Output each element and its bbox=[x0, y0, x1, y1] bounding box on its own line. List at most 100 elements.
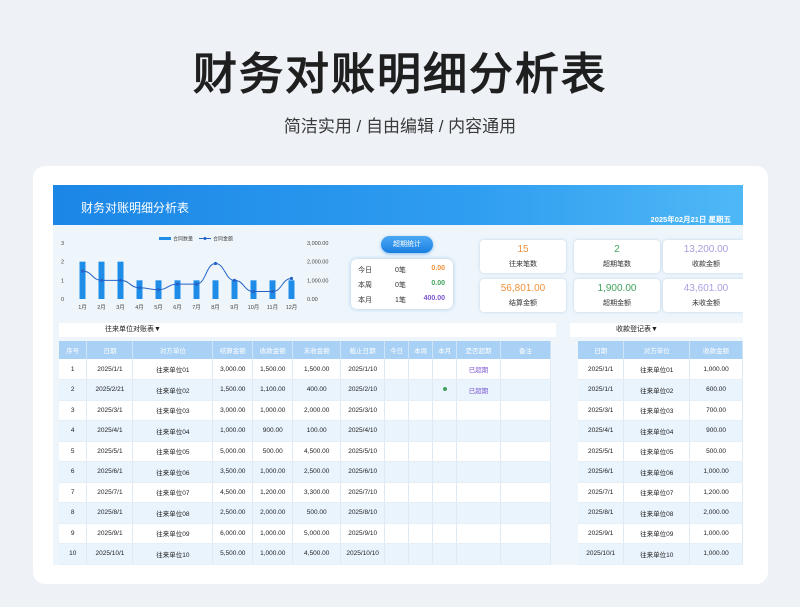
table-cell[interactable] bbox=[408, 523, 434, 544]
table-cell[interactable]: 500.00 bbox=[689, 441, 743, 462]
table-cell[interactable]: 2025/6/1 bbox=[86, 461, 134, 483]
table-cell[interactable] bbox=[384, 359, 410, 380]
table-row[interactable]: 2 2025/2/21 往来单位02 1,500.00 1,100.00 400.00 20… bbox=[59, 379, 551, 401]
table-cell[interactable] bbox=[384, 441, 410, 462]
table-cell[interactable]: 900.00 bbox=[252, 420, 294, 442]
table-cell[interactable]: 1,000.00 bbox=[252, 400, 294, 421]
table-cell[interactable] bbox=[456, 502, 501, 524]
table-cell[interactable]: 8 bbox=[59, 502, 88, 524]
table-cell[interactable]: 1,500.00 bbox=[292, 359, 342, 380]
table-cell[interactable] bbox=[408, 502, 434, 524]
table-cell[interactable] bbox=[408, 359, 434, 380]
table-cell[interactable] bbox=[432, 379, 458, 401]
table-row[interactable]: 7 2025/7/1 往来单位07 4,500.00 1,200.00 3,300.00 2… bbox=[59, 482, 551, 503]
table-cell[interactable]: 9 bbox=[59, 523, 88, 544]
table-cell[interactable]: 2025/3/10 bbox=[340, 400, 386, 421]
table-cell[interactable]: 2025/10/10 bbox=[340, 543, 386, 565]
table-cell[interactable]: 1,100.00 bbox=[252, 379, 294, 401]
receipts-section-label[interactable]: 收款登记表▼ bbox=[570, 323, 743, 337]
table-cell[interactable]: 往来单位06 bbox=[132, 461, 214, 483]
table-row[interactable]: 2025/1/1 往来单位02 600.00 bbox=[578, 379, 743, 401]
table-cell[interactable]: 2025/4/1 bbox=[578, 420, 625, 442]
table-cell[interactable]: 往来单位05 bbox=[132, 441, 214, 462]
table-cell[interactable] bbox=[408, 400, 434, 421]
table-cell[interactable]: 往来单位04 bbox=[623, 420, 691, 442]
table-cell[interactable] bbox=[500, 543, 551, 565]
table-cell[interactable]: 900.00 bbox=[689, 420, 743, 442]
table-cell[interactable]: 700.00 bbox=[689, 400, 743, 421]
table-cell[interactable] bbox=[500, 379, 551, 401]
table-cell[interactable]: 1,000.00 bbox=[252, 543, 294, 565]
table-cell[interactable] bbox=[384, 482, 410, 503]
table-cell[interactable]: 2025/5/10 bbox=[340, 441, 386, 462]
table-cell[interactable] bbox=[408, 441, 434, 462]
table-cell[interactable] bbox=[456, 523, 501, 544]
table-cell[interactable]: 2025/2/21 bbox=[86, 379, 134, 401]
table-cell[interactable]: 2,500.00 bbox=[212, 502, 254, 524]
table-cell[interactable] bbox=[432, 359, 458, 380]
table-cell[interactable]: 2,000.00 bbox=[292, 400, 342, 421]
table-cell[interactable] bbox=[384, 420, 410, 442]
table-cell[interactable]: 往来单位09 bbox=[623, 523, 691, 544]
table-row[interactable]: 9 2025/9/1 往来单位09 6,000.00 1,000.00 5,000.00 2… bbox=[59, 523, 551, 544]
table-cell[interactable]: 1,000.00 bbox=[689, 359, 743, 380]
table-row[interactable]: 2025/5/1 往来单位05 500.00 bbox=[578, 441, 743, 462]
table-cell[interactable]: 2025/10/1 bbox=[86, 543, 134, 565]
table-cell[interactable]: 500.00 bbox=[292, 502, 342, 524]
table-cell[interactable]: 往来单位06 bbox=[623, 461, 691, 483]
table-cell[interactable]: 往来单位04 bbox=[132, 420, 214, 442]
table-cell[interactable]: 往来单位10 bbox=[623, 543, 691, 565]
table-cell[interactable] bbox=[408, 461, 434, 483]
table-cell[interactable] bbox=[408, 420, 434, 442]
table-cell[interactable]: 2,000.00 bbox=[689, 502, 743, 524]
table-cell[interactable]: 2025/6/10 bbox=[340, 461, 386, 483]
table-cell[interactable] bbox=[384, 379, 410, 401]
table-row[interactable]: 2025/4/1 往来单位04 900.00 bbox=[578, 420, 743, 442]
table-row[interactable]: 3 2025/3/1 往来单位03 3,000.00 1,000.00 2,000.00 2… bbox=[59, 400, 551, 421]
table-cell[interactable]: 5,000.00 bbox=[212, 441, 254, 462]
table-cell[interactable]: 500.00 bbox=[252, 441, 294, 462]
table-cell[interactable]: 7 bbox=[59, 482, 88, 503]
table-cell[interactable] bbox=[432, 543, 458, 565]
table-cell[interactable] bbox=[456, 461, 501, 483]
table-cell[interactable]: 已超期 bbox=[456, 359, 501, 380]
table-cell[interactable] bbox=[500, 420, 551, 442]
table-cell[interactable]: 2025/7/1 bbox=[578, 482, 625, 503]
table-cell[interactable] bbox=[432, 523, 458, 544]
table-cell[interactable] bbox=[432, 461, 458, 483]
table-cell[interactable] bbox=[500, 482, 551, 503]
table-cell[interactable]: 往来单位01 bbox=[132, 359, 214, 380]
table-cell[interactable]: 3 bbox=[59, 400, 88, 421]
table-cell[interactable]: 4 bbox=[59, 420, 88, 442]
table-cell[interactable]: 2025/3/1 bbox=[86, 400, 134, 421]
table-row[interactable]: 8 2025/8/1 往来单位08 2,500.00 2,000.00 500.00 202… bbox=[59, 502, 551, 524]
table-cell[interactable] bbox=[408, 379, 434, 401]
table-row[interactable]: 2025/8/1 往来单位08 2,000.00 bbox=[578, 502, 743, 524]
table-cell[interactable]: 4,500.00 bbox=[292, 543, 342, 565]
table-cell[interactable] bbox=[500, 502, 551, 524]
table-cell[interactable] bbox=[456, 400, 501, 421]
table-cell[interactable]: 往来单位08 bbox=[132, 502, 214, 524]
table-cell[interactable]: 1,200.00 bbox=[252, 482, 294, 503]
table-row[interactable]: 2025/9/1 往来单位09 1,000.00 bbox=[578, 523, 743, 544]
table-cell[interactable]: 往来单位03 bbox=[623, 400, 691, 421]
table-cell[interactable]: 2025/1/1 bbox=[86, 359, 134, 380]
table-cell[interactable] bbox=[456, 441, 501, 462]
table-cell[interactable]: 2025/1/1 bbox=[578, 379, 625, 401]
table-cell[interactable]: 1,000.00 bbox=[212, 420, 254, 442]
table-cell[interactable]: 2025/3/1 bbox=[578, 400, 625, 421]
table-cell[interactable] bbox=[384, 543, 410, 565]
table-cell[interactable]: 往来单位01 bbox=[623, 359, 691, 380]
table-cell[interactable]: 3,300.00 bbox=[292, 482, 342, 503]
table-cell[interactable]: 1,000.00 bbox=[689, 543, 743, 565]
table-cell[interactable]: 2025/1/1 bbox=[578, 359, 625, 380]
table-cell[interactable]: 2025/9/10 bbox=[340, 523, 386, 544]
table-cell[interactable]: 1 bbox=[59, 359, 88, 380]
table-cell[interactable]: 往来单位03 bbox=[132, 400, 214, 421]
table-row[interactable]: 4 2025/4/1 往来单位04 1,000.00 900.00 100.00 2025/… bbox=[59, 420, 551, 442]
table-cell[interactable] bbox=[384, 523, 410, 544]
table-row[interactable]: 1 2025/1/1 往来单位01 3,000.00 1,500.00 1,500.00 2… bbox=[59, 359, 551, 380]
table-cell[interactable]: 1,500.00 bbox=[212, 379, 254, 401]
table-cell[interactable] bbox=[432, 482, 458, 503]
table-cell[interactable]: 往来单位10 bbox=[132, 543, 214, 565]
